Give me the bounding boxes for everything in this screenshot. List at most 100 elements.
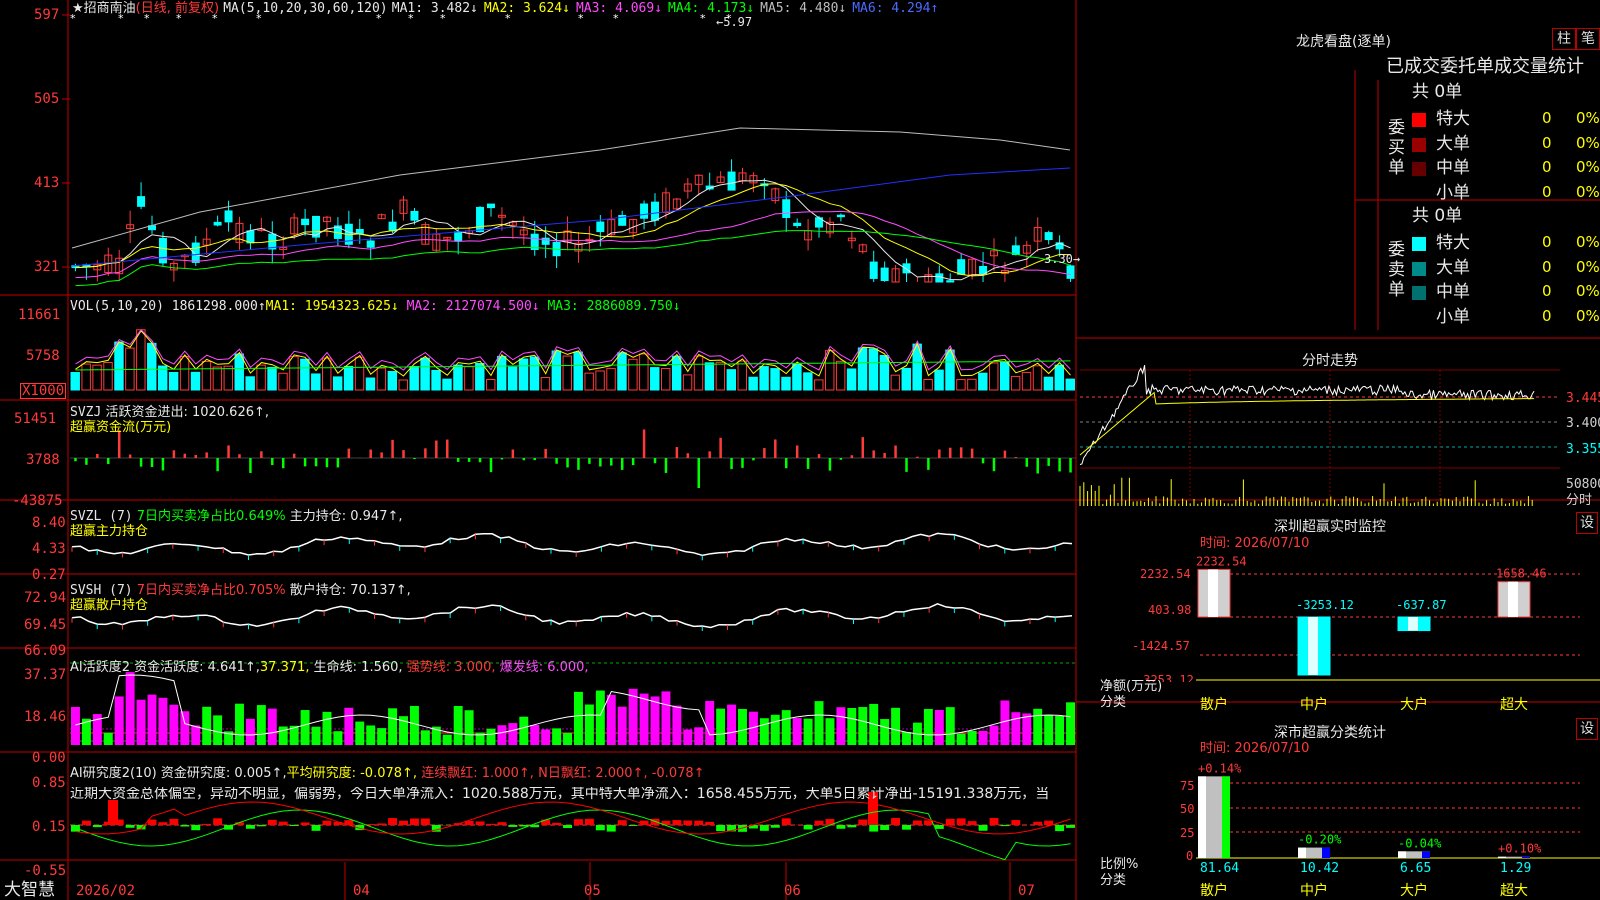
order-percent: 0% xyxy=(1576,233,1600,251)
ratio-bar-change xyxy=(1422,851,1430,858)
monitor-category: 超大 xyxy=(1500,697,1528,713)
activity-bar xyxy=(880,719,890,745)
ma-value: MA3: 4.069↓ xyxy=(575,1,663,16)
volume-bar xyxy=(332,376,343,391)
volume-bar xyxy=(835,360,846,391)
volume-bar xyxy=(420,357,430,391)
activity-bar xyxy=(836,707,846,745)
price-axis-label: 413 xyxy=(34,175,60,191)
classify-time: 时间: 2026/07/10 xyxy=(1200,741,1310,756)
candle xyxy=(651,201,660,221)
research-bar xyxy=(1011,820,1021,825)
candle xyxy=(935,273,944,283)
research-bar xyxy=(978,825,988,831)
ai2-research: 资金研究度: 0.005↑, xyxy=(160,766,287,781)
volume-bar xyxy=(245,376,255,391)
classify-settings-button[interactable]: 设 xyxy=(1576,718,1598,740)
research-bar xyxy=(420,818,430,825)
classify-unit: 比例% xyxy=(1100,857,1139,872)
research-bar xyxy=(169,818,179,825)
volume-bar xyxy=(923,378,933,391)
monitor-category: 大户 xyxy=(1400,697,1428,713)
research-bar xyxy=(213,818,223,825)
volume-bar xyxy=(890,374,901,391)
activity-bar xyxy=(759,718,769,745)
ai1-value2: 37.371, xyxy=(259,660,310,675)
chart-canvas[interactable]: * * * * * * * * * * * * * *2232.54-3253.12 -637.871658… xyxy=(0,0,1600,900)
activity-bar xyxy=(486,728,496,745)
research-bar xyxy=(956,818,966,825)
research-bar xyxy=(759,825,769,831)
price-axis-label: 321 xyxy=(34,259,60,275)
sell-side-label: 委卖单 xyxy=(1388,240,1405,300)
svzj-axis-label: 51451 xyxy=(14,411,57,427)
net-flow-bar-highlight xyxy=(1208,569,1218,617)
research-bar xyxy=(311,825,321,831)
research-bar xyxy=(934,825,944,829)
activity-bar xyxy=(333,731,343,745)
research-bar xyxy=(781,818,791,825)
ai1-axis-label: 18.46 xyxy=(24,709,67,725)
bar-mode-button[interactable]: 柱 xyxy=(1552,28,1576,50)
candle xyxy=(1066,265,1075,279)
date-label: 07 xyxy=(1018,883,1035,899)
chart-mode[interactable]: (日线, 前复权) xyxy=(136,1,219,16)
order-size-name: 特大 xyxy=(1436,109,1470,129)
volume-bar xyxy=(868,348,879,391)
research-bar xyxy=(770,825,780,828)
volume-bar xyxy=(103,362,113,391)
lhb-subtitle: 已成交委托单成交量统计 xyxy=(1386,56,1584,77)
activity-bar xyxy=(497,725,507,745)
research-bar xyxy=(683,820,693,825)
svzj-header: SVZJ 活跃资金进出: 1020.626↑, xyxy=(70,406,269,419)
monitor-settings-button[interactable]: 设 xyxy=(1576,512,1598,534)
candle xyxy=(355,228,364,234)
stock-name[interactable]: 招商南油 xyxy=(84,1,136,16)
activity-bar xyxy=(366,725,376,745)
research-bar xyxy=(497,822,507,825)
ratio-change-label: -0.20% xyxy=(1298,833,1342,847)
volume-bar xyxy=(256,364,266,391)
activity-bar xyxy=(945,707,955,745)
monitor-title: 深圳超赢实时监控 xyxy=(1274,519,1386,535)
net-flow-value: 1658.46 xyxy=(1496,567,1547,581)
research-bar xyxy=(705,821,715,825)
order-size-name: 小单 xyxy=(1436,182,1470,203)
svzl-subtitle: 超赢主力持仓 xyxy=(70,524,149,539)
activity-bar xyxy=(169,704,179,745)
ratio-bar-change xyxy=(1522,856,1530,858)
activity-bar xyxy=(1000,700,1010,745)
sell-total: 共 0单 xyxy=(1412,206,1463,226)
ai1-activity: 资金活跃度: 4.641↑, xyxy=(134,660,260,675)
volume-bar xyxy=(999,361,1010,391)
volume-bar xyxy=(223,365,234,391)
svzl-axis-label: 8.40 xyxy=(32,515,66,531)
volume-bar xyxy=(1021,371,1032,391)
activity-bar xyxy=(672,705,682,745)
order-size-name: 大单 xyxy=(1436,133,1470,154)
research-bar xyxy=(847,825,857,828)
high-price-label: ←5.97 xyxy=(716,15,753,29)
candle xyxy=(782,199,791,218)
research-bar xyxy=(202,823,212,825)
activity-bar xyxy=(584,704,594,745)
volume-bar xyxy=(507,366,518,391)
activity-bar xyxy=(727,704,737,745)
activity-bar xyxy=(409,705,419,745)
ma6-line xyxy=(71,167,1071,267)
activity-bar xyxy=(574,691,583,745)
order-count: 0 xyxy=(1542,282,1552,300)
candle xyxy=(486,203,495,209)
vol-label: VOL(5,10,20) xyxy=(70,299,164,314)
legend-swatch xyxy=(1412,162,1426,176)
favorite-star-icon[interactable]: ★ xyxy=(72,1,84,16)
activity-bar xyxy=(420,730,430,745)
svzl-ratio: 7日内买卖净占比0.649% xyxy=(136,509,286,524)
tick-mode-button[interactable]: 笔 xyxy=(1576,28,1600,50)
intraday-vol-label: 50800 xyxy=(1566,477,1600,492)
research-bar xyxy=(377,823,387,825)
ratio-change-label: +0.14% xyxy=(1198,761,1242,775)
volume-bar xyxy=(168,371,179,391)
activity-bar xyxy=(541,729,551,745)
research-bar xyxy=(388,818,398,825)
